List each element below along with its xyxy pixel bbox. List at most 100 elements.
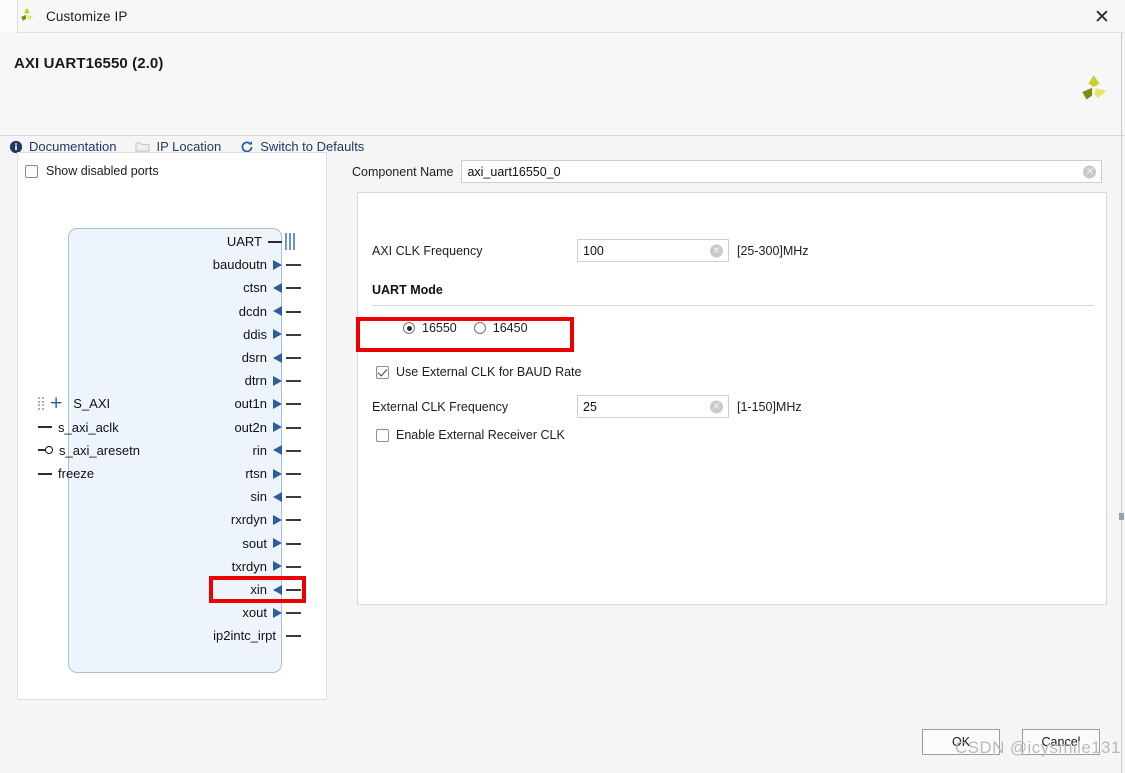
axi-clk-frequency-row: AXI CLK Frequency ✕ [25-300]MHz: [372, 239, 809, 262]
clear-icon[interactable]: ✕: [710, 244, 723, 257]
port-stub: [286, 426, 301, 429]
clear-icon[interactable]: ✕: [1083, 165, 1097, 178]
bus-dash-icon: [268, 240, 282, 243]
port-ddis[interactable]: ddis: [68, 324, 282, 345]
uart-mode-radio-group: 16550 16450: [403, 321, 528, 335]
output-arrow-icon: [273, 607, 282, 618]
component-name-label: Component Name: [352, 164, 454, 179]
axi-clk-frequency-input[interactable]: [578, 240, 728, 261]
port-label: xin: [250, 582, 267, 597]
port-label: ctsn: [243, 280, 267, 296]
port-xout[interactable]: xout: [68, 602, 282, 623]
port-s_axi_aclk[interactable]: s_axi_aclk: [38, 417, 119, 438]
input-arrow-icon: [273, 445, 282, 456]
component-name-field[interactable]: ✕: [461, 160, 1103, 183]
port-sin[interactable]: sin: [68, 486, 282, 507]
uart-mode-section-title: UART Mode: [372, 283, 443, 297]
active-low-port-icon: [38, 445, 53, 455]
output-arrow-icon: [273, 259, 282, 270]
uart-mode-radio-16550[interactable]: [403, 322, 415, 334]
show-disabled-ports-checkbox[interactable]: [25, 164, 38, 178]
window-tab-strip: [0, 0, 18, 33]
port-label: rxrdyn: [230, 512, 267, 528]
port-label: xout: [242, 605, 267, 621]
output-arrow-icon: [273, 538, 282, 549]
show-disabled-ports-row[interactable]: Show disabled ports: [25, 164, 159, 178]
port-dash-icon: [38, 472, 52, 475]
port-rtsn[interactable]: rtsn: [68, 463, 282, 484]
input-arrow-icon: [273, 584, 282, 595]
port-label: ddis: [243, 326, 267, 342]
port-S_AXI[interactable]: + S_AXI: [38, 393, 110, 414]
port-label: sout: [242, 535, 267, 551]
port-sout[interactable]: sout: [68, 533, 282, 554]
uart-mode-label-16550: 16550: [422, 321, 457, 335]
output-arrow-icon: [273, 468, 282, 479]
close-icon[interactable]: ✕: [1079, 0, 1125, 33]
port-stub: [286, 635, 301, 638]
port-s_axi_aresetn[interactable]: s_axi_aresetn: [38, 440, 140, 461]
external-clk-frequency-field[interactable]: ✕: [577, 395, 729, 418]
cancel-button[interactable]: Cancel: [1022, 729, 1100, 755]
output-arrow-icon: [273, 329, 282, 340]
port-baudoutn[interactable]: baudoutn: [68, 254, 282, 275]
port-label: out1n: [234, 396, 267, 412]
port-stub: [286, 403, 301, 406]
use-external-clk-checkbox[interactable]: [376, 365, 389, 379]
page-title: AXI UART16550 (2.0): [14, 55, 164, 72]
component-name-input[interactable]: [462, 161, 1102, 182]
port-dash-icon: [38, 426, 52, 429]
port-label: ip2intc_irpt: [213, 628, 276, 644]
axi-clk-frequency-field[interactable]: ✕: [577, 239, 729, 262]
use-external-clk-row[interactable]: Use External CLK for BAUD Rate: [376, 365, 582, 379]
port-stub: [286, 565, 301, 568]
port-dsrn[interactable]: dsrn: [68, 347, 282, 368]
port-stub: [286, 589, 301, 591]
xilinx-logo-icon: [1075, 72, 1113, 108]
port-xin[interactable]: xin: [68, 579, 282, 600]
output-arrow-icon: [273, 422, 282, 433]
uart-mode-radio-16450[interactable]: [473, 322, 486, 334]
port-freeze[interactable]: freeze: [38, 463, 94, 484]
axi-clk-frequency-unit: [25-300]MHz: [737, 243, 809, 258]
port-label: rin: [252, 442, 267, 458]
port-txrdyn[interactable]: txrdyn: [68, 556, 282, 577]
ok-button[interactable]: OK: [922, 729, 1000, 755]
port-UART[interactable]: UART: [68, 231, 282, 252]
port-label: s_axi_aclk: [58, 419, 119, 435]
axi-clk-frequency-label: AXI CLK Frequency: [372, 243, 483, 258]
bus-interface-bars-icon: [285, 233, 295, 250]
external-clk-frequency-unit: [1-150]MHz: [737, 399, 802, 414]
uart-mode-label-16450: 16450: [492, 321, 528, 335]
port-ctsn[interactable]: ctsn: [68, 277, 282, 298]
expand-plus-icon[interactable]: +: [49, 395, 63, 412]
output-arrow-icon: [273, 514, 282, 525]
output-arrow-icon: [273, 398, 282, 409]
use-external-clk-label: Use External CLK for BAUD Rate: [396, 365, 582, 379]
dialog-header: AXI UART16550 (2.0) Documentation IP Loc…: [0, 33, 1125, 154]
xilinx-logo-icon: [17, 6, 37, 26]
external-clk-frequency-label: External CLK Frequency: [372, 399, 509, 414]
configuration-area: Component Name ✕ AXI CLK Frequency ✕ [25…: [352, 152, 1109, 700]
port-rxrdyn[interactable]: rxrdyn: [68, 509, 282, 530]
uart-mode-divider: [372, 305, 1094, 306]
port-label: S_AXI: [73, 396, 111, 412]
external-clk-frequency-input[interactable]: [578, 396, 728, 417]
output-arrow-icon: [273, 561, 282, 572]
input-arrow-icon: [273, 491, 282, 502]
port-label: dtrn: [244, 373, 267, 389]
port-dcdn[interactable]: dcdn: [68, 301, 282, 322]
port-stub: [286, 496, 301, 499]
config-panel: AXI CLK Frequency ✕ [25-300]MHz UART Mod…: [357, 192, 1107, 605]
port-label: freeze: [58, 466, 95, 481]
component-name-row: Component Name ✕: [352, 160, 1103, 183]
port-stub: [286, 473, 301, 475]
clear-icon[interactable]: ✕: [710, 400, 723, 413]
enable-external-receiver-clk-row[interactable]: Enable External Receiver CLK: [376, 428, 565, 442]
input-arrow-icon: [273, 306, 282, 317]
input-arrow-icon: [273, 352, 282, 363]
window-title-bar: Customize IP ✕: [0, 0, 1125, 33]
enable-external-receiver-clk-checkbox[interactable]: [376, 428, 389, 442]
port-ip2intc_irpt[interactable]: ip2intc_irpt: [68, 625, 282, 646]
port-dtrn[interactable]: dtrn: [68, 370, 282, 391]
